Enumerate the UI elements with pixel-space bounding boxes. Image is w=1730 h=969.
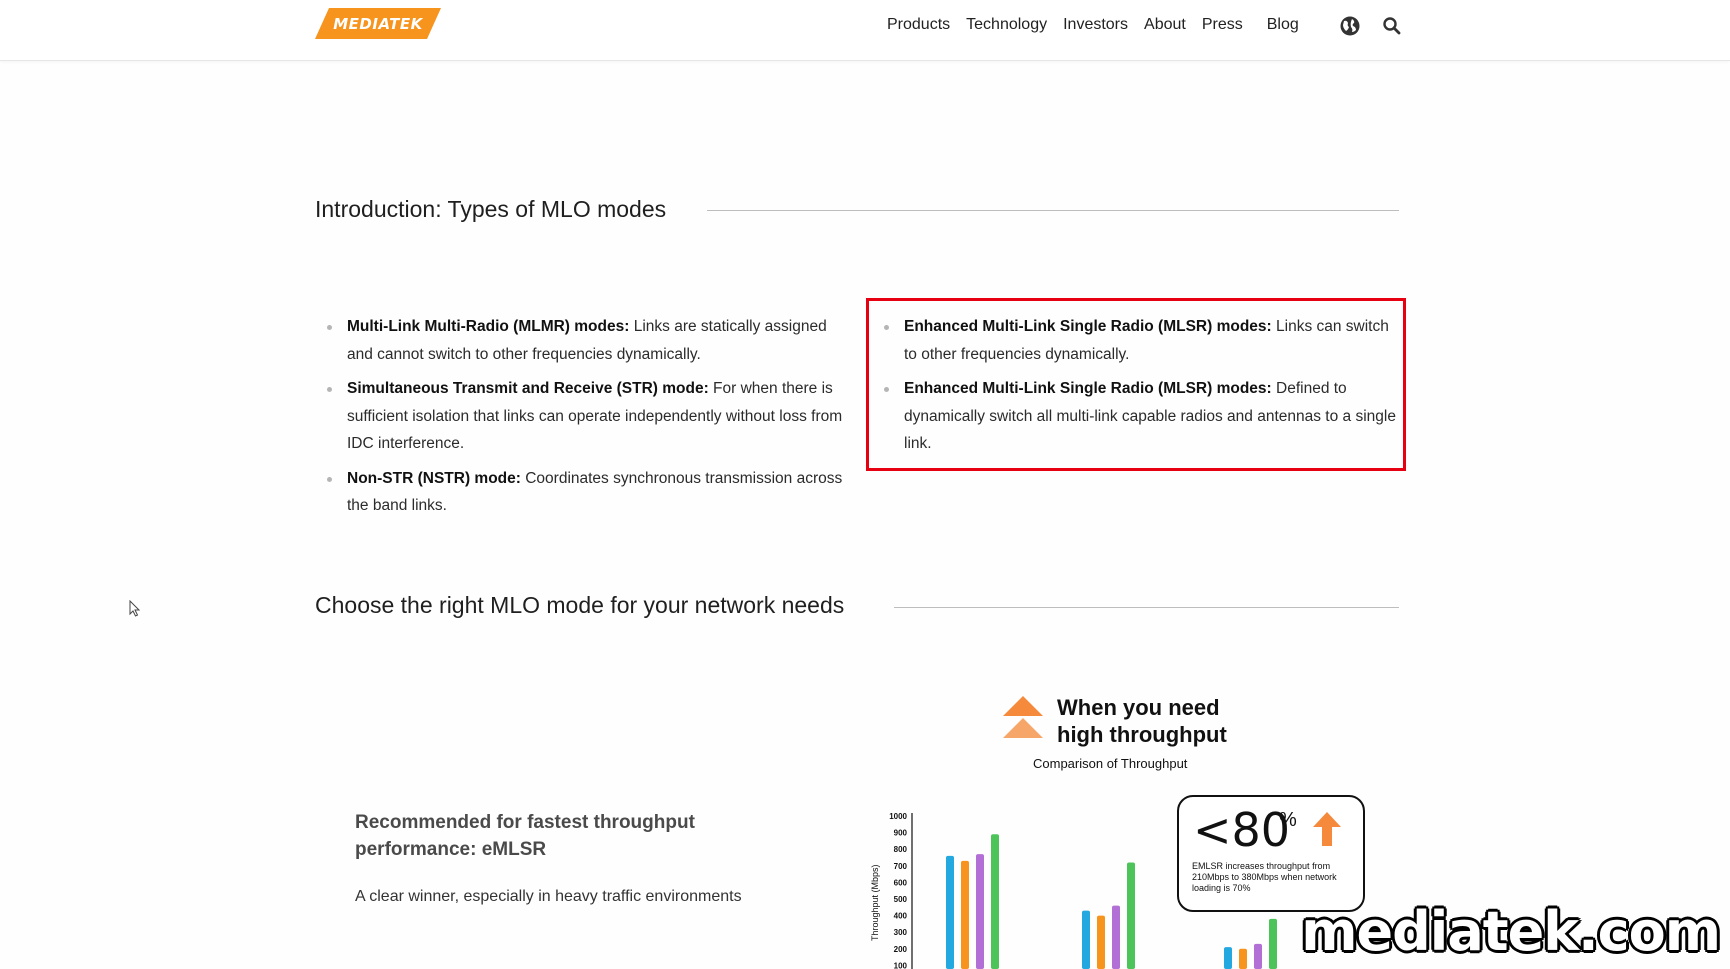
infographic-headline: When you need high throughput [1057,695,1227,747]
nav-products[interactable]: Products [887,14,950,36]
main-nav: Products Technology Investors About Pres… [887,14,1299,36]
site-header: MEDIATEK Products Technology Investors A… [0,0,1730,61]
globe-icon[interactable] [1339,15,1361,37]
mediatek-logo[interactable]: MEDIATEK [315,8,441,39]
list-item: Enhanced Multi-Link Single Radio (MLSR) … [872,313,1402,368]
intro-list-left: Multi-Link Multi-Radio (MLMR) modes: Lin… [315,313,855,527]
chart-bar [1224,947,1232,969]
chart-bar [1239,948,1247,969]
chart-bar [991,834,999,969]
y-tick-label: 600 [894,878,908,887]
search-icon[interactable] [1381,15,1403,37]
choose-heading: Choose the right MLO mode for your netwo… [315,592,844,619]
y-tick-label: 300 [894,928,908,937]
chart-bar [961,860,969,969]
nav-investors[interactable]: Investors [1063,14,1128,36]
y-tick-label: 100 [894,961,908,969]
chart-bar [1097,915,1105,969]
chart-bar [1254,943,1262,969]
nav-about[interactable]: About [1144,14,1186,36]
throughput-bar-chart: Throughput (Mbps) 1000 900 800 700 600 500 400… [870,812,1277,969]
y-tick-label: 200 [894,945,908,954]
chart-bar [1112,905,1120,969]
logo-text: MEDIATEK [333,14,423,33]
choose-divider [894,607,1399,608]
recommendation-subtitle: A clear winner, especially in heavy traf… [355,888,742,905]
choose-title: Choose the right MLO mode for your netwo… [315,592,845,618]
list-item: Enhanced Multi-Link Single Radio (MLSR) … [872,375,1402,458]
mouse-cursor-icon [129,599,141,622]
intro-divider [707,210,1399,211]
double-arrow-up-icon [1003,696,1043,738]
nav-technology[interactable]: Technology [966,14,1047,36]
y-tick-label: 1000 [889,812,907,821]
recommendation-title: Recommended for fastest throughput perfo… [355,812,695,860]
watermark: mediatek.com [1301,900,1721,963]
chart-bar [1127,862,1135,969]
intro-title: Introduction: Types of MLO modes [315,196,667,222]
y-tick-label: 500 [894,895,908,904]
nav-press[interactable]: Press [1202,14,1243,36]
intro-heading: Introduction: Types of MLO modes [315,196,666,223]
chart-bar [946,855,954,969]
list-item: Simultaneous Transmit and Receive (STR) … [315,375,855,458]
nav-blog[interactable]: Blog [1267,14,1299,36]
chart-ylabel: Throughput (Mbps) [870,864,880,941]
chart-bar [976,854,984,969]
y-tick-label: 800 [894,845,908,854]
chart-bar [1269,918,1277,969]
intro-list-right: Enhanced Multi-Link Single Radio (MLSR) … [872,313,1402,465]
infographic-subtitle: Comparison of Throughput [1033,756,1188,771]
list-item: Multi-Link Multi-Radio (MLMR) modes: Lin… [315,313,855,368]
chart-bar [1082,910,1090,969]
y-tick-label: 700 [894,862,908,871]
y-tick-label: 900 [894,829,908,838]
list-item: Non-STR (NSTR) mode: Coordinates synchro… [315,465,855,520]
y-tick-label: 400 [894,912,908,921]
